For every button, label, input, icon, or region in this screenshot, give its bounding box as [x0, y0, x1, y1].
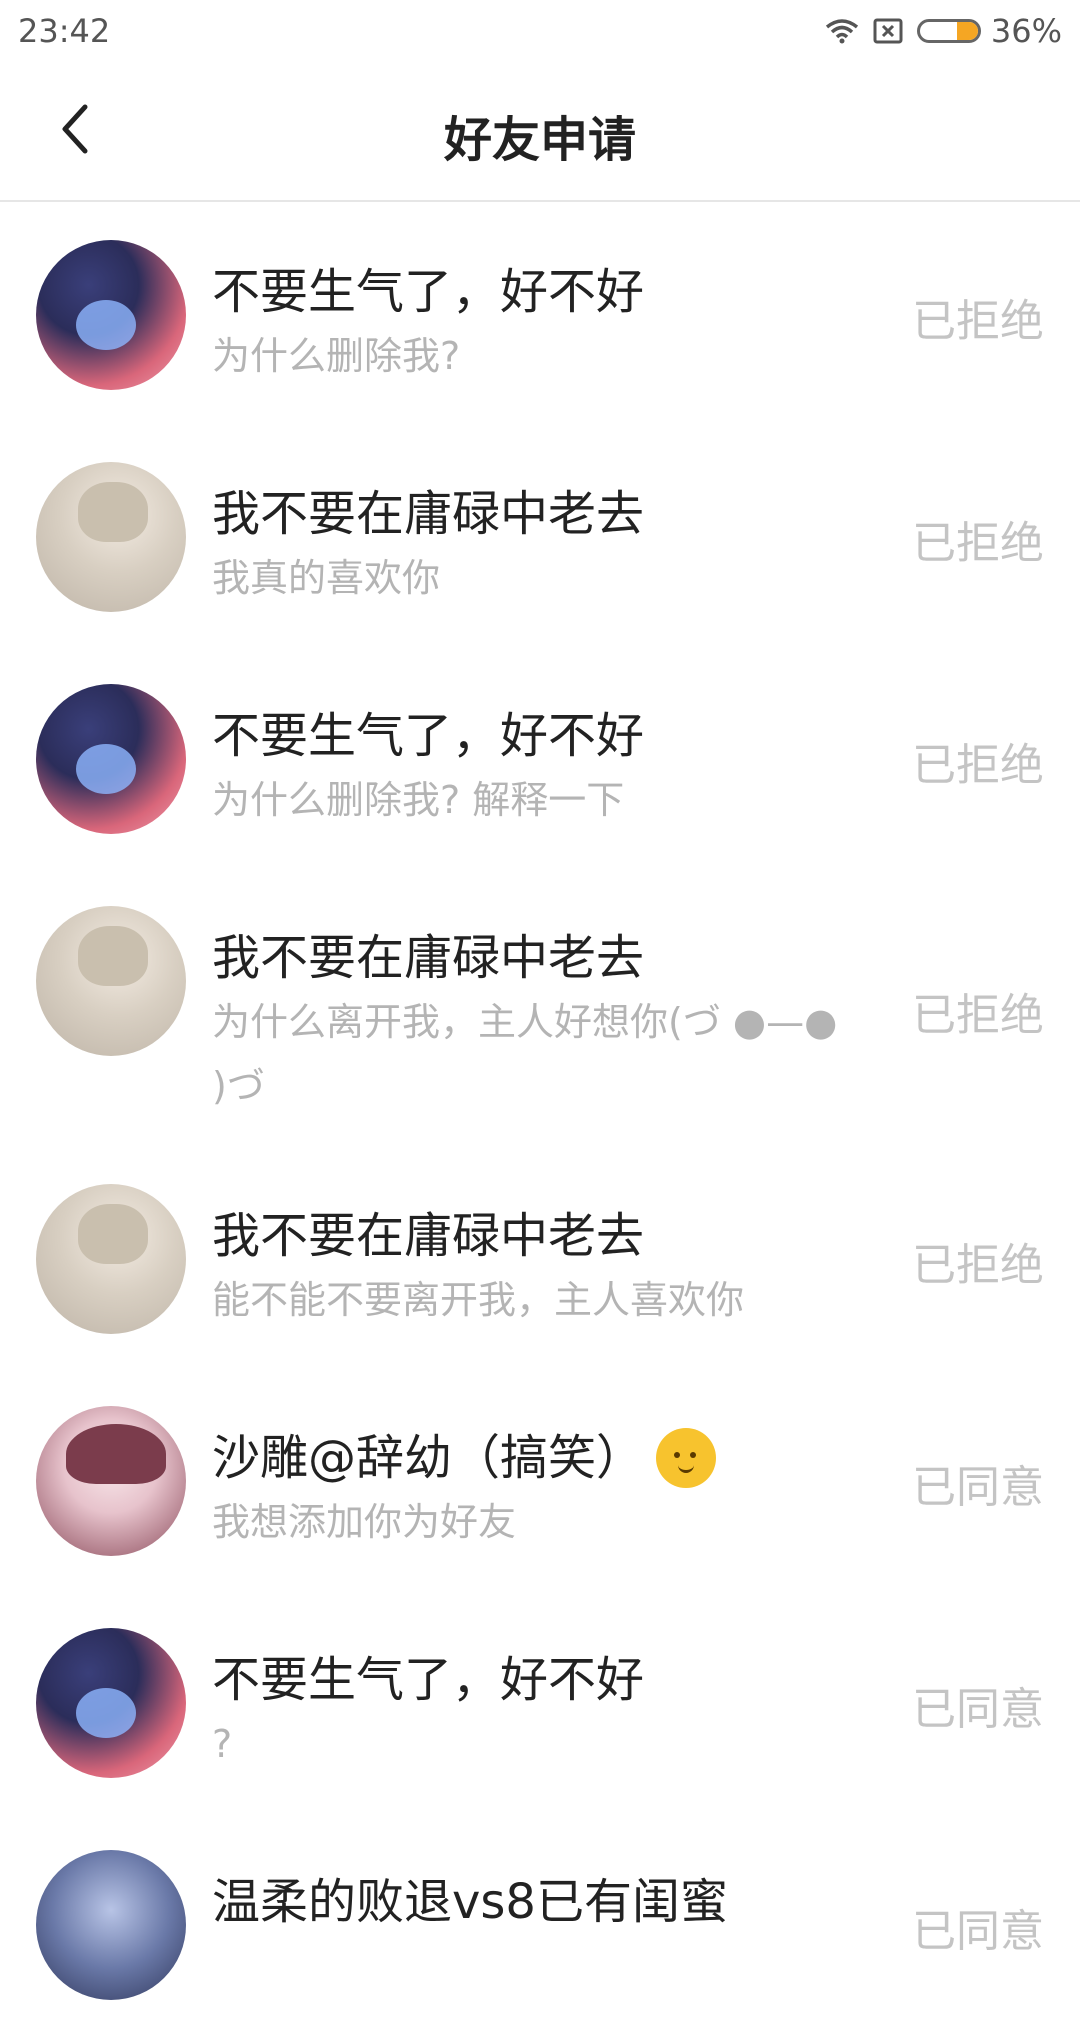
request-message: 为什么离开我，主人好想你(づ ●—● )づ: [212, 1000, 838, 1108]
request-name: 我不要在庸碌中老去: [212, 1204, 852, 1268]
request-name: 温柔的败退vs8已有闺蜜: [212, 1870, 852, 1934]
request-text: 不要生气了，好不好?: [212, 1628, 852, 1776]
request-item[interactable]: 我不要在庸碌中老去我真的喜欢你 已拒绝: [0, 424, 1080, 646]
avatar[interactable]: [36, 462, 186, 612]
request-message: 为什么删除我?: [212, 334, 461, 378]
request-name-text: 沙雕@辞幼（搞笑）: [212, 1430, 645, 1486]
request-item[interactable]: 不要生气了，好不好? 已同意: [0, 1590, 1080, 1812]
request-status: 已拒绝: [912, 1240, 1044, 1291]
avatar[interactable]: [36, 1628, 186, 1778]
sim-x-icon: [873, 18, 903, 44]
request-name-text: 不要生气了，好不好: [212, 708, 645, 764]
avatar[interactable]: [36, 240, 186, 390]
request-message: 我真的喜欢你: [212, 556, 441, 600]
request-message: 为什么删除我? 解释一下: [212, 778, 625, 822]
request-status: 已拒绝: [912, 296, 1044, 347]
request-name: 不要生气了，好不好: [212, 704, 852, 768]
request-text: 不要生气了，好不好为什么删除我? 解释一下: [212, 684, 852, 832]
avatar[interactable]: [36, 1184, 186, 1334]
request-name-text: 我不要在庸碌中老去: [212, 1208, 645, 1264]
request-item[interactable]: 我不要在庸碌中老去能不能不要离开我，主人喜欢你 已拒绝: [0, 1146, 1080, 1368]
request-item[interactable]: 不要生气了，好不好为什么删除我? 解释一下 已拒绝: [0, 646, 1080, 868]
request-name-text: 我不要在庸碌中老去: [212, 486, 645, 542]
request-status: 已同意: [912, 1462, 1044, 1513]
status-bar: 23:42 36%: [0, 0, 1080, 62]
request-name: 不要生气了，好不好: [212, 1648, 852, 1712]
avatar[interactable]: [36, 684, 186, 834]
request-text: 我不要在庸碌中老去能不能不要离开我，主人喜欢你: [212, 1184, 852, 1332]
request-status: 已同意: [912, 1684, 1044, 1735]
request-item[interactable]: 温柔的败退vs8已有闺蜜已同意: [0, 1812, 1080, 2034]
request-message: 能不能不要离开我，主人喜欢你: [212, 1278, 745, 1322]
request-text: 不要生气了，好不好为什么删除我?: [212, 240, 852, 388]
status-time: 23:42: [18, 12, 111, 50]
request-text: 我不要在庸碌中老去为什么离开我，主人好想你(づ ●—● )づ: [212, 906, 852, 1118]
battery-percent: 36%: [990, 12, 1062, 50]
request-name-text: 不要生气了，好不好: [212, 1652, 645, 1708]
request-item[interactable]: 我不要在庸碌中老去为什么离开我，主人好想你(づ ●—● )づ 已拒绝: [0, 868, 1080, 1146]
avatar[interactable]: [36, 906, 186, 1056]
battery-icon: 36%: [916, 12, 1062, 50]
request-name: 沙雕@辞幼（搞笑）: [212, 1426, 852, 1490]
request-message: 我想添加你为好友: [212, 1500, 517, 1544]
request-text: 温柔的败退vs8已有闺蜜: [212, 1850, 852, 1934]
status-icons: 36%: [825, 12, 1062, 50]
request-name-text: 不要生气了，好不好: [212, 264, 645, 320]
request-message: ?: [212, 1722, 233, 1766]
request-status: 已拒绝: [912, 518, 1044, 569]
request-text: 沙雕@辞幼（搞笑） 我想添加你为好友: [212, 1406, 852, 1554]
header: 好友申请: [0, 62, 1080, 202]
wifi-icon: [825, 18, 859, 44]
request-status: 已拒绝: [912, 740, 1044, 791]
request-text: 我不要在庸碌中老去我真的喜欢你: [212, 462, 852, 610]
battery-fill: [957, 22, 978, 40]
battery-body: [916, 19, 981, 43]
request-name: 我不要在庸碌中老去: [212, 926, 852, 990]
request-name: 我不要在庸碌中老去: [212, 482, 852, 546]
request-name: 不要生气了，好不好: [212, 260, 852, 324]
page-title: 好友申请: [443, 112, 636, 168]
request-status: 已同意: [912, 1906, 1044, 1957]
request-item[interactable]: 沙雕@辞幼（搞笑） 我想添加你为好友 已同意: [0, 1368, 1080, 1590]
request-name-text: 温柔的败退vs8已有闺蜜: [212, 1874, 728, 1930]
smiley-face-icon: [656, 1428, 717, 1488]
avatar[interactable]: [36, 1406, 186, 1556]
request-name-text: 我不要在庸碌中老去: [212, 930, 645, 986]
request-item[interactable]: 不要生气了，好不好为什么删除我? 已拒绝: [0, 202, 1080, 424]
request-status: 已拒绝: [912, 990, 1044, 1041]
avatar[interactable]: [36, 1850, 186, 2000]
